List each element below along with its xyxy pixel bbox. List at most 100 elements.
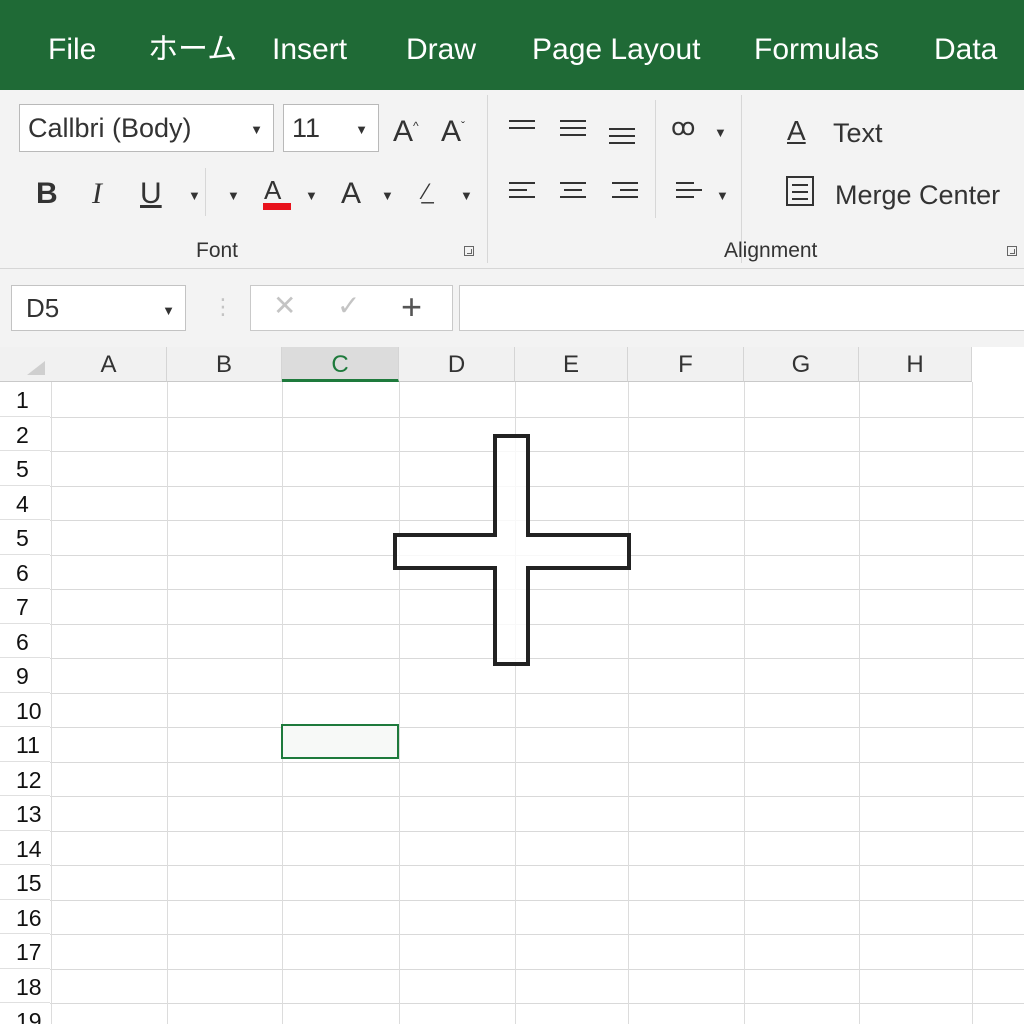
- align-left-icon[interactable]: [509, 182, 535, 203]
- grid-row-line: [50, 761, 1024, 763]
- orientation-options-icon[interactable]: ▼: [714, 126, 727, 139]
- menu-data[interactable]: Data: [934, 0, 997, 90]
- font-name-value: Callbri (Body): [28, 113, 192, 143]
- row-header[interactable]: 4: [0, 486, 50, 520]
- underline-button[interactable]: U: [140, 179, 162, 209]
- chevron-down-icon: ▼: [355, 122, 368, 137]
- alignment-group-label: Alignment: [724, 239, 818, 262]
- divider: [205, 168, 206, 216]
- grid-row-line: [50, 1003, 1024, 1004]
- column-header-h[interactable]: H: [859, 347, 972, 382]
- grid-row-line: [50, 899, 1024, 901]
- clear-format-options-icon[interactable]: ▼: [460, 189, 473, 202]
- row-header[interactable]: 15: [0, 865, 50, 900]
- grid-column-line: [859, 382, 860, 1024]
- row-header[interactable]: 5: [0, 520, 50, 555]
- column-header-d[interactable]: D: [399, 347, 515, 382]
- row-header[interactable]: 7: [0, 589, 50, 624]
- menu-home[interactable]: ホーム: [148, 0, 237, 90]
- formula-input[interactable]: [459, 285, 1024, 331]
- row-header[interactable]: 17: [0, 934, 50, 969]
- grow-font-icon: A: [393, 115, 414, 148]
- indent-options-icon[interactable]: ▼: [716, 189, 729, 202]
- row-header[interactable]: 11: [0, 727, 50, 762]
- menu-page-layout[interactable]: Page Layout: [532, 0, 700, 90]
- column-header-g[interactable]: G: [744, 347, 859, 382]
- wrap-text-icon[interactable]: A: [787, 117, 806, 145]
- menu-insert[interactable]: Insert: [272, 0, 347, 90]
- font-size-glyph-button[interactable]: A: [341, 179, 361, 209]
- bold-button[interactable]: B: [36, 179, 58, 209]
- font-name-dropdown[interactable]: Callbri (Body) ▼: [19, 104, 274, 152]
- insert-function-icon[interactable]: +: [401, 289, 422, 325]
- font-color-options-icon[interactable]: ▼: [305, 189, 318, 202]
- row-header[interactable]: 18: [0, 969, 50, 1003]
- menu-draw[interactable]: Draw: [406, 0, 476, 90]
- font-color-button[interactable]: A: [264, 177, 281, 203]
- grid-row-line: [50, 727, 1024, 728]
- menu-formulas[interactable]: Formulas: [754, 0, 879, 90]
- align-center-icon[interactable]: [560, 182, 586, 203]
- align-right-icon[interactable]: [612, 182, 638, 203]
- name-box[interactable]: D5 ▼: [11, 285, 186, 331]
- indent-icon[interactable]: [676, 182, 702, 203]
- row-header[interactable]: 19: [0, 1003, 50, 1024]
- row-header[interactable]: 16: [0, 900, 50, 934]
- menu-file[interactable]: File: [48, 0, 96, 90]
- wrap-text-label[interactable]: Text: [833, 118, 883, 149]
- font-group-label: Font: [196, 239, 239, 262]
- row-header[interactable]: 5: [0, 451, 50, 486]
- font-size-options-icon[interactable]: ▼: [381, 189, 394, 202]
- row-header[interactable]: 1: [0, 382, 50, 417]
- orientation-icon[interactable]: ꝏ: [671, 116, 695, 140]
- divider: [655, 100, 656, 218]
- font-size-dropdown[interactable]: 11 ▼: [283, 104, 379, 152]
- grid-row-line: [50, 968, 1024, 970]
- italic-button[interactable]: I: [92, 179, 102, 209]
- cancel-icon[interactable]: ✕: [273, 292, 296, 320]
- grow-font-button[interactable]: A^: [393, 117, 419, 147]
- align-middle-icon[interactable]: [560, 120, 586, 141]
- grid-row-line: [50, 830, 1024, 832]
- row-header[interactable]: 6: [0, 624, 50, 658]
- grid-column-line: [972, 382, 973, 1024]
- selected-cell[interactable]: [281, 724, 399, 759]
- formula-actions: ✕ ✓ +: [250, 285, 453, 331]
- divider: [741, 95, 742, 263]
- shrink-font-button[interactable]: Aˇ: [441, 117, 465, 147]
- grid-column-line: [744, 382, 745, 1024]
- column-header-c[interactable]: C: [282, 347, 399, 382]
- align-top-icon[interactable]: [509, 120, 535, 134]
- grid-row-line: [50, 416, 1024, 418]
- font-dialog-launcher-icon[interactable]: [464, 246, 474, 256]
- column-header-f[interactable]: F: [628, 347, 744, 382]
- shrink-font-icon: A: [441, 115, 462, 148]
- clear-format-icon[interactable]: ⁄̲: [424, 181, 428, 203]
- merge-center-label[interactable]: Merge Center: [835, 180, 1000, 211]
- row-header[interactable]: 10: [0, 693, 50, 727]
- column-header-b[interactable]: B: [167, 347, 282, 382]
- row-header[interactable]: 12: [0, 762, 50, 796]
- enter-icon[interactable]: ✓: [337, 292, 360, 320]
- menu-bar: File ホーム Insert Draw Page Layout Formula…: [0, 0, 1024, 90]
- column-header-e[interactable]: E: [515, 347, 628, 382]
- drag-handle-icon[interactable]: ⋮: [212, 296, 234, 318]
- row-header[interactable]: 13: [0, 796, 50, 831]
- row-header[interactable]: 2: [0, 417, 50, 451]
- column-header-a[interactable]: A: [51, 347, 167, 382]
- borders-options-icon[interactable]: ▼: [227, 189, 240, 202]
- font-size-value: 11: [292, 113, 321, 143]
- row-header[interactable]: 9: [0, 658, 50, 693]
- font-color-swatch: [263, 203, 291, 210]
- spreadsheet-grid: ABCDEFGH 1 2 5 4 5 6 7 6 9 10 11 12 13 14 15 16 17 18 19: [0, 347, 1024, 1024]
- select-all-corner[interactable]: [0, 347, 51, 382]
- divider: [487, 95, 488, 263]
- plus-cursor-icon: [393, 434, 631, 666]
- underline-options-icon[interactable]: ▼: [188, 189, 201, 202]
- merge-center-icon[interactable]: [786, 176, 814, 206]
- row-header[interactable]: 6: [0, 555, 50, 589]
- row-header[interactable]: 14: [0, 831, 50, 865]
- alignment-dialog-launcher-icon[interactable]: [1007, 246, 1017, 256]
- chevron-down-icon: ▼: [162, 303, 175, 318]
- align-bottom-icon[interactable]: [609, 128, 635, 149]
